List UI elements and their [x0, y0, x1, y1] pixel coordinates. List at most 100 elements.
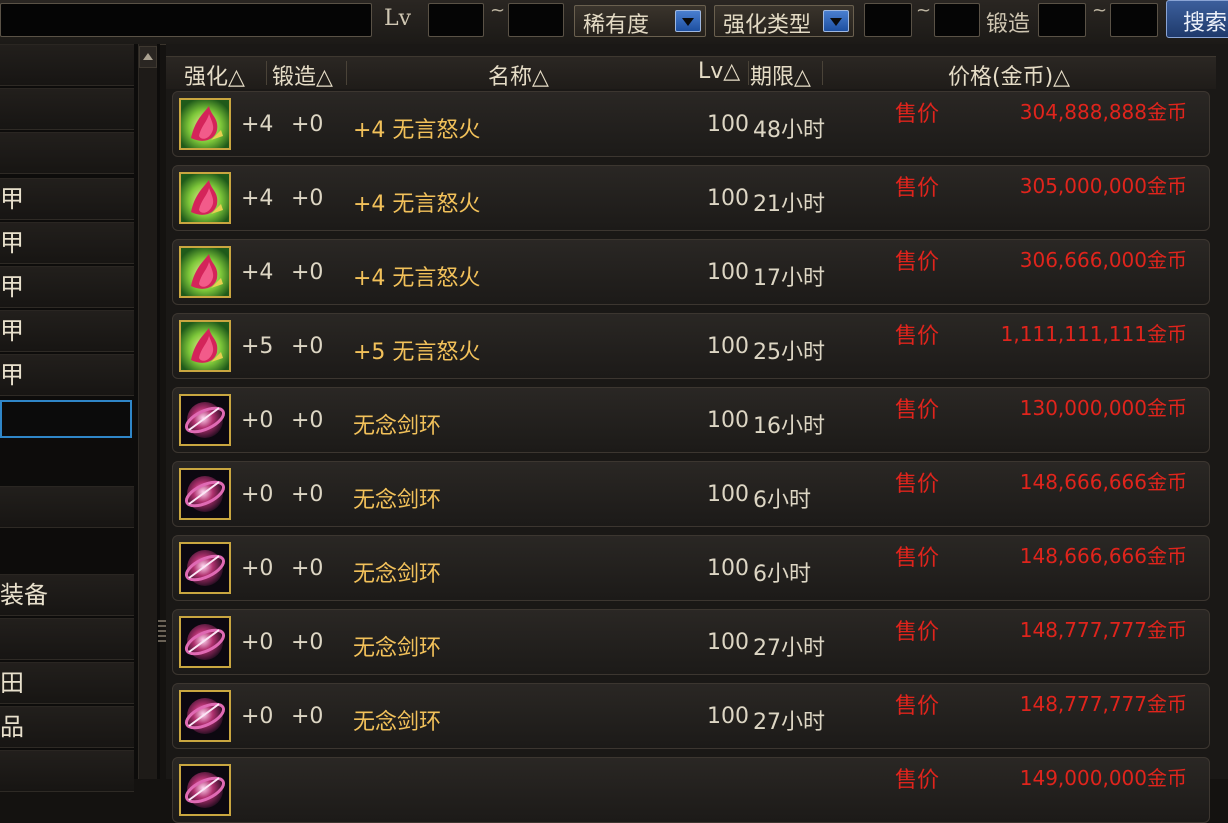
item-level: 100 [707, 704, 749, 729]
item-enhance: +0 [241, 482, 274, 507]
table-row[interactable]: 售价 149,000,000金币 [172, 757, 1210, 823]
item-forge: +0 [291, 556, 324, 581]
item-expire: 16小时 [753, 414, 825, 439]
sword-ring-icon[interactable] [179, 542, 231, 594]
enhance-min-input[interactable] [864, 3, 912, 37]
header-name[interactable]: 名称△ [488, 59, 549, 91]
rarity-select[interactable]: 稀有度 [574, 5, 706, 38]
item-name: +4 无言怒火 [353, 192, 481, 217]
header-enhance[interactable]: 强化△ [184, 59, 245, 91]
category-item-10[interactable] [0, 442, 134, 484]
sword-ring-icon[interactable] [179, 394, 231, 446]
item-name: +4 无言怒火 [353, 266, 481, 291]
item-enhance: +4 [241, 260, 274, 285]
category-item-5[interactable]: 甲 [0, 222, 134, 264]
lv-min-input[interactable] [428, 3, 484, 37]
table-row[interactable]: +0 +0 无念剑环 100 6小时 售价 148,666,666金币 [172, 535, 1210, 601]
sale-price-label: 售价 [895, 398, 940, 423]
item-enhance: +0 [241, 556, 274, 581]
item-level: 100 [707, 334, 749, 359]
item-expire: 21小时 [753, 192, 825, 217]
sword-ring-icon[interactable] [179, 616, 231, 668]
category-item-1[interactable] [0, 44, 134, 86]
item-name: 无念剑环 [353, 710, 442, 735]
table-row[interactable]: +4 +0 +4 无言怒火 100 17小时 售价 306,666,000金币 [172, 239, 1210, 305]
flame-gem-icon[interactable] [179, 246, 231, 298]
category-item-8[interactable]: 甲 [0, 354, 134, 396]
item-price: 149,000,000金币 [1019, 766, 1187, 790]
table-row[interactable]: +4 +0 +4 无言怒火 100 48小时 售价 304,888,888金币 [172, 91, 1210, 157]
enhance-max-input[interactable] [934, 3, 980, 37]
chevron-down-icon[interactable] [823, 10, 849, 32]
header-expire[interactable]: 期限△ [750, 59, 811, 91]
category-item-equipment[interactable]: 装备 [0, 574, 134, 616]
flame-gem-icon[interactable] [179, 98, 231, 150]
item-level: 100 [707, 630, 749, 655]
panel-resize-handle[interactable] [158, 620, 166, 644]
item-name: 无念剑环 [353, 562, 442, 587]
item-expire: 6小时 [753, 562, 811, 587]
item-level: 100 [707, 408, 749, 433]
table-row[interactable]: +0 +0 无念剑环 100 6小时 售价 148,666,666金币 [172, 461, 1210, 527]
flame-gem-icon[interactable] [179, 320, 231, 372]
item-enhance: +0 [241, 408, 274, 433]
item-name-input[interactable] [0, 3, 372, 37]
search-bar: Lv ~ 稀有度 强化类型 ~ 锻造 ~ 搜索 [0, 0, 1228, 45]
item-enhance: +5 [241, 334, 274, 359]
item-expire: 17小时 [753, 266, 825, 291]
header-price[interactable]: 价格(金币)△ [948, 59, 1070, 91]
lv-label: Lv [384, 6, 412, 31]
item-name: +4 无言怒火 [353, 118, 481, 143]
category-item-7[interactable]: 甲 [0, 310, 134, 352]
table-row[interactable]: +0 +0 无念剑环 100 27小时 售价 148,777,777金币 [172, 683, 1210, 749]
item-expire: 27小时 [753, 636, 825, 661]
sale-price-label: 售价 [895, 324, 940, 349]
category-item-6[interactable]: 甲 [0, 266, 134, 308]
table-row[interactable]: +0 +0 无念剑环 100 16小时 售价 130,000,000金币 [172, 387, 1210, 453]
sale-price-label: 售价 [895, 472, 940, 497]
table-row[interactable]: +0 +0 无念剑环 100 27小时 售价 148,777,777金币 [172, 609, 1210, 675]
category-scrollbar[interactable] [138, 44, 157, 779]
enhance-tilde: ~ [916, 0, 932, 21]
item-price: 148,777,777金币 [1019, 692, 1187, 716]
header-lv[interactable]: Lv△ [698, 59, 740, 84]
sword-ring-icon[interactable] [179, 468, 231, 520]
item-forge: +0 [291, 704, 324, 729]
table-row[interactable]: +5 +0 +5 无言怒火 100 25小时 售价 1,111,111,111金币 [172, 313, 1210, 379]
table-row[interactable]: +4 +0 +4 无言怒火 100 21小时 售价 305,000,000金币 [172, 165, 1210, 231]
search-button[interactable]: 搜索 [1166, 0, 1228, 38]
header-forge[interactable]: 锻造△ [272, 59, 333, 91]
item-level: 100 [707, 556, 749, 581]
forge-max-input[interactable] [1110, 3, 1158, 37]
category-item-15[interactable]: 田 [0, 662, 134, 704]
header-divider [748, 61, 749, 85]
category-panel: 甲 甲 甲 甲 甲 装备 田 品 [0, 44, 160, 792]
item-price: 148,777,777金币 [1019, 618, 1187, 642]
category-item-3[interactable] [0, 132, 134, 174]
item-enhance: +0 [241, 630, 274, 655]
category-item-14[interactable] [0, 618, 134, 660]
item-price: 304,888,888金币 [1019, 100, 1187, 124]
category-item-12[interactable] [0, 530, 134, 572]
sword-ring-icon[interactable] [179, 690, 231, 742]
sword-ring-icon[interactable] [179, 764, 231, 816]
rarity-select-label: 稀有度 [583, 13, 650, 38]
scroll-up-icon[interactable] [139, 46, 157, 68]
item-enhance: +0 [241, 704, 274, 729]
category-item-17[interactable] [0, 750, 134, 792]
category-item-4[interactable]: 甲 [0, 178, 134, 220]
chevron-down-icon[interactable] [675, 10, 701, 32]
category-item-2[interactable] [0, 88, 134, 130]
category-item-11[interactable] [0, 486, 134, 528]
sale-price-label: 售价 [895, 768, 940, 793]
category-item-16[interactable]: 品 [0, 706, 134, 748]
category-item-selected[interactable] [0, 400, 132, 438]
item-forge: +0 [291, 112, 324, 137]
item-forge: +0 [291, 260, 324, 285]
lv-max-input[interactable] [508, 3, 564, 37]
sale-price-label: 售价 [895, 620, 940, 645]
enhance-type-select[interactable]: 强化类型 [714, 5, 854, 38]
flame-gem-icon[interactable] [179, 172, 231, 224]
forge-min-input[interactable] [1038, 3, 1086, 37]
item-forge: +0 [291, 630, 324, 655]
